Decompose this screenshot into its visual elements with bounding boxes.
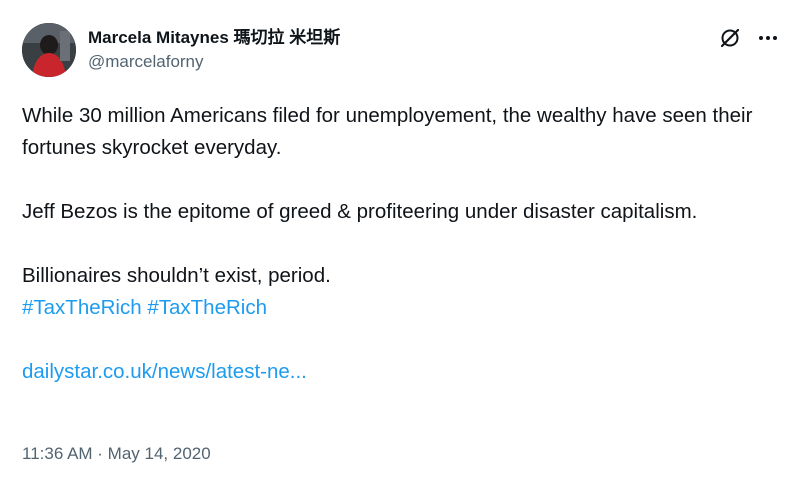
grok-icon[interactable] — [718, 26, 742, 50]
tweet-text: While 30 million Americans filed for une… — [22, 100, 778, 388]
tweet-timestamp[interactable]: 11:36 AM · May 14, 2020 — [22, 441, 211, 467]
link-row: dailystar.co.uk/news/latest-ne... — [22, 356, 778, 388]
hashtag-link[interactable]: #TaxTheRich — [22, 296, 142, 319]
author-display-name[interactable]: Marcela Mitaynes 瑪切拉 米坦斯 — [88, 27, 340, 49]
header-actions — [718, 26, 780, 50]
tweet-header: Marcela Mitaynes 瑪切拉 米坦斯 @marcelaforny — [22, 22, 778, 78]
tweet-paragraph-1: While 30 million Americans filed for une… — [22, 104, 753, 159]
tweet-paragraph-2: Jeff Bezos is the epitome of greed & pro… — [22, 200, 698, 223]
tweet-paragraph-3: Billionaires shouldn’t exist, period. — [22, 264, 331, 287]
tweet-card: Marcela Mitaynes 瑪切拉 米坦斯 @marcelaforny W… — [0, 0, 800, 488]
author-handle[interactable]: @marcelaforny — [88, 51, 340, 73]
more-icon[interactable] — [756, 26, 780, 50]
avatar[interactable] — [22, 23, 76, 77]
hashtag-link[interactable]: #TaxTheRich — [147, 296, 267, 319]
hashtags: #TaxTheRich #TaxTheRich — [22, 292, 778, 324]
article-link[interactable]: dailystar.co.uk/news/latest-ne... — [22, 360, 307, 383]
author-names: Marcela Mitaynes 瑪切拉 米坦斯 @marcelaforny — [88, 27, 340, 73]
